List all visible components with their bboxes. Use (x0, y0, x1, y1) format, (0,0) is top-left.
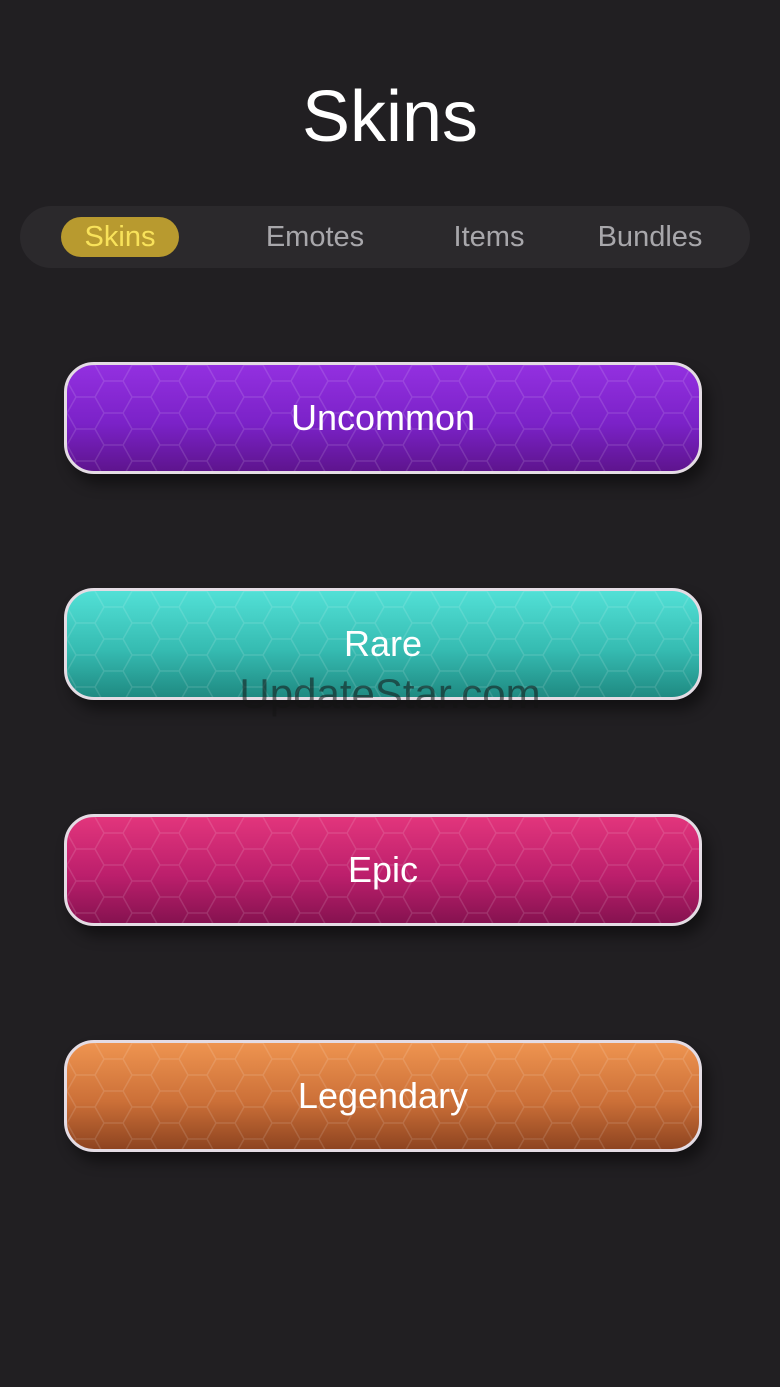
tab-items[interactable]: Items (435, 217, 543, 257)
uncommon-button[interactable]: Uncommon (64, 362, 702, 474)
epic-label: Epic (347, 849, 419, 890)
tab-bundles[interactable]: Bundles (585, 217, 715, 257)
epic-button[interactable]: Epic (64, 814, 702, 926)
tab-emotes[interactable]: Emotes (250, 217, 380, 257)
page-title: Skins (301, 77, 479, 157)
rare-label: Rare (343, 623, 423, 664)
rare-button[interactable]: Rare (64, 588, 702, 700)
tab-bar: Skins Emotes Items Bundles (20, 206, 750, 268)
uncommon-label: Uncommon (290, 397, 476, 438)
tab-skins[interactable]: Skins (61, 217, 179, 257)
legendary-label: Legendary (297, 1075, 469, 1116)
legendary-button[interactable]: Legendary (64, 1040, 702, 1152)
